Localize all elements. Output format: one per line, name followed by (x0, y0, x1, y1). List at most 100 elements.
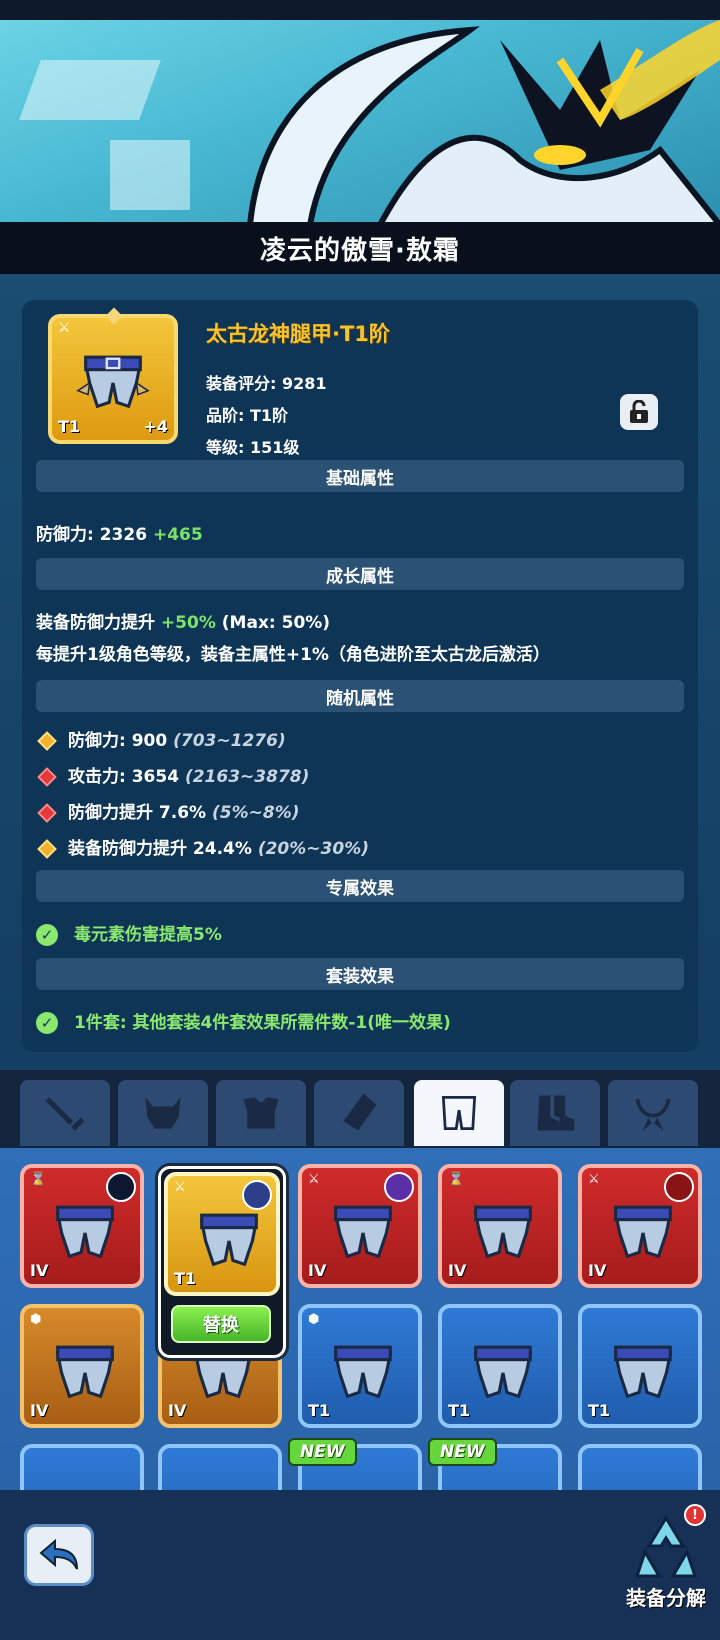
red-gem-icon (37, 803, 57, 823)
chest-armor-icon (243, 1097, 279, 1129)
salvage-alert-badge: ! (684, 1504, 706, 1526)
bottom-bar: ! 装备分解 (0, 1490, 720, 1640)
leg-armor-tab-icon (441, 1095, 477, 1131)
leg-armor-icon (613, 1205, 673, 1259)
inventory-item[interactable] (158, 1444, 282, 1490)
hourglass-icon: ⌛ (30, 1172, 47, 1187)
new-badge: NEW (428, 1438, 497, 1466)
sword-icon (45, 1097, 85, 1131)
item-detail-area: ⚔ T1 +4 太古龙神腿甲·T1阶 装备评分: 9281 品阶: T1阶 等级… (0, 274, 720, 1070)
item-detail-panel: ⚔ T1 +4 太古龙神腿甲·T1阶 装备评分: 9281 品阶: T1阶 等级… (22, 300, 698, 1052)
random-attr-range: (5%~8%) (212, 803, 300, 823)
gold-gem-icon (37, 731, 57, 751)
random-attr-text: 装备防御力提升 24.4% (68, 839, 252, 859)
tab-weapon[interactable] (20, 1080, 110, 1146)
tab-gloves[interactable] (314, 1080, 404, 1146)
leg-armor-icon (473, 1345, 533, 1399)
item-name: 太古龙神腿甲·T1阶 (206, 322, 390, 346)
random-attr-row: 攻击力: 3654 (2163~3878) (36, 762, 309, 787)
inventory-grid: ⌛ IV ⚔ IV ⌛ IV ⚔ IV ⬢ IV IV ⬢ T1 T1 T1 N… (0, 1148, 720, 1490)
inventory-item[interactable]: ⚔ IV (578, 1164, 702, 1288)
inventory-item[interactable]: T1 (438, 1304, 562, 1428)
tab-chest[interactable] (216, 1080, 306, 1146)
check-icon: ✓ (36, 1012, 58, 1034)
tier-badge: IV (30, 1401, 49, 1420)
item-icon[interactable]: ⚔ T1 +4 (48, 307, 178, 444)
growth-row-1: 装备防御力提升 +50% (Max: 50%) (36, 608, 330, 633)
check-icon: ✓ (36, 924, 58, 946)
enhance-level-badge: +4 (143, 417, 168, 436)
tier-badge: IV (448, 1261, 467, 1280)
basic-defense-value: 防御力: 2326 (36, 525, 148, 545)
equipment-slot-tabs (0, 1070, 720, 1148)
leg-armor-icon (473, 1205, 533, 1259)
tier-badge: IV (30, 1261, 49, 1280)
inventory-item[interactable] (578, 1444, 702, 1490)
back-arrow-icon (39, 1538, 78, 1570)
inventory-item[interactable]: T1 (578, 1304, 702, 1428)
growth-bonus: +50% (160, 613, 216, 633)
section-set-effect: 套装效果 (36, 958, 684, 990)
inventory-item[interactable]: ⌛ IV (438, 1164, 562, 1288)
tier-badge: IV (308, 1261, 327, 1280)
item-grade: 品阶: T1阶 (206, 406, 289, 425)
growth-row-2: 每提升1级角色等级，装备主属性+1%（角色进阶至太古龙后激活） (36, 645, 550, 665)
new-badge: NEW (288, 1438, 357, 1466)
sword-small-icon: ⚔ (308, 1172, 320, 1187)
tab-helmet[interactable] (118, 1080, 208, 1146)
tab-boots[interactable] (510, 1080, 600, 1146)
replace-button[interactable]: 替换 (171, 1305, 271, 1343)
section-basic-attributes: 基础属性 (36, 460, 684, 492)
character-title-bar: 凌云的傲雪·敖霜 (0, 222, 720, 274)
random-attr-row: 防御力: 900 (703~1276) (36, 726, 286, 751)
section-random-attributes: 随机属性 (36, 680, 684, 712)
random-attr-text: 攻击力: 3654 (68, 767, 180, 787)
sword-small-icon: ⚔ (174, 1180, 186, 1195)
item-score: 装备评分: 9281 (206, 374, 327, 393)
random-attr-row: 防御力提升 7.6% (5%~8%) (36, 798, 300, 823)
salvage-label: 装备分解 (626, 1586, 706, 1610)
tag-icon: ⬢ (30, 1312, 42, 1327)
inventory-item[interactable]: ⚔ IV (298, 1164, 422, 1288)
leg-armor-icon (55, 1345, 115, 1399)
leg-armor-icon (55, 1205, 115, 1259)
back-button[interactable] (24, 1524, 94, 1586)
selected-inventory-item[interactable]: ⚔ T1 (164, 1172, 280, 1296)
tag-icon: ⬢ (308, 1312, 320, 1327)
boots-icon (537, 1095, 575, 1131)
section-growth-attributes: 成长属性 (36, 558, 684, 590)
leg-armor-icon (76, 355, 150, 409)
sword-small-icon: ⚔ (588, 1172, 600, 1187)
growth-max: (Max: 50%) (221, 613, 331, 633)
random-attr-range: (2163~3878) (184, 767, 310, 787)
leg-armor-icon (199, 1213, 259, 1267)
random-attr-range: (703~1276) (173, 731, 286, 751)
tier-badge: T1 (588, 1401, 611, 1420)
inventory-item[interactable] (20, 1444, 144, 1490)
tier-badge: T1 (174, 1269, 197, 1288)
unlock-icon (630, 400, 648, 423)
inventory-item[interactable]: ⬢ IV (20, 1304, 144, 1428)
red-gem-icon (37, 767, 57, 787)
dragon-illustration (246, 20, 720, 225)
exclusive-effect-text: 毒元素伤害提高5% (74, 925, 222, 945)
tier-badge: IV (168, 1401, 187, 1420)
item-level: 等级: 151级 (206, 438, 300, 457)
gold-gem-icon (37, 839, 57, 859)
inventory-item[interactable]: ⌛ IV (20, 1164, 144, 1288)
tier-badge: T1 (58, 417, 81, 436)
salvage-button[interactable]: ! 装备分解 (618, 1504, 714, 1614)
tab-legs[interactable] (414, 1080, 504, 1146)
random-attr-text: 防御力: 900 (68, 731, 168, 751)
helmet-icon (145, 1097, 181, 1129)
lock-toggle-button[interactable] (620, 394, 658, 430)
set-effect-row: ✓ 1件套: 其他套装4件套效果所需件数-1(唯一效果) (36, 1008, 451, 1034)
selected-item-popup: ⚔ T1 替换 (158, 1166, 286, 1358)
exclusive-effect-row: ✓ 毒元素伤害提高5% (36, 920, 222, 946)
inventory-item[interactable]: ⬢ T1 (298, 1304, 422, 1428)
tab-necklace[interactable] (608, 1080, 698, 1146)
random-attr-row: 装备防御力提升 24.4% (20%~30%) (36, 834, 369, 859)
set-effect-text: 1件套: 其他套装4件套效果所需件数-1(唯一效果) (74, 1013, 451, 1033)
leg-armor-icon (613, 1345, 673, 1399)
random-attr-text: 防御力提升 7.6% (68, 803, 207, 823)
